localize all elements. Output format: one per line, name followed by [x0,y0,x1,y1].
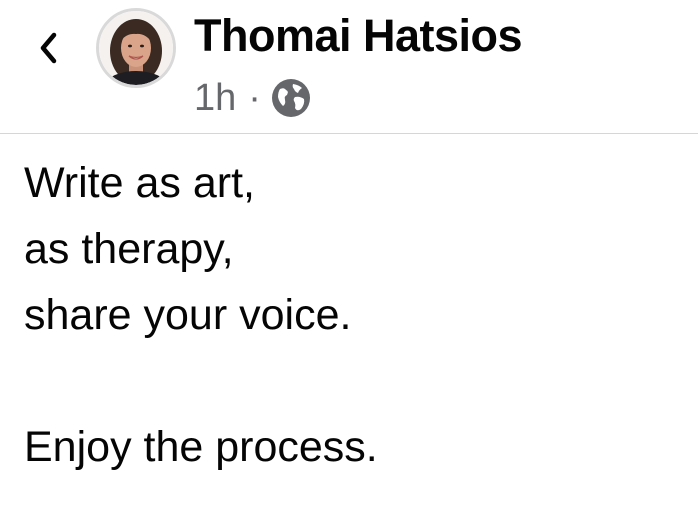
author-name[interactable]: Thomai Hatsios [194,8,523,64]
post-text-line: share your voice. [24,291,352,339]
post-meta: 1h · [194,74,311,122]
post-text-line: Write as art, [24,159,255,207]
globe-icon[interactable] [271,78,311,118]
post-text-blank-line [24,348,674,414]
post-text: Write as art, as therapy, share your voi… [24,150,674,480]
timestamp[interactable]: 1h [194,74,236,122]
meta-separator: · [248,77,261,119]
profile-photo [99,11,173,85]
chevron-left-icon [40,32,57,64]
post-text-line: Enjoy the process. [24,423,378,471]
back-button[interactable] [28,28,68,68]
post-text-line: as therapy, [24,225,234,273]
post-header: Thomai Hatsios 1h · [0,0,698,134]
avatar[interactable] [96,8,176,88]
